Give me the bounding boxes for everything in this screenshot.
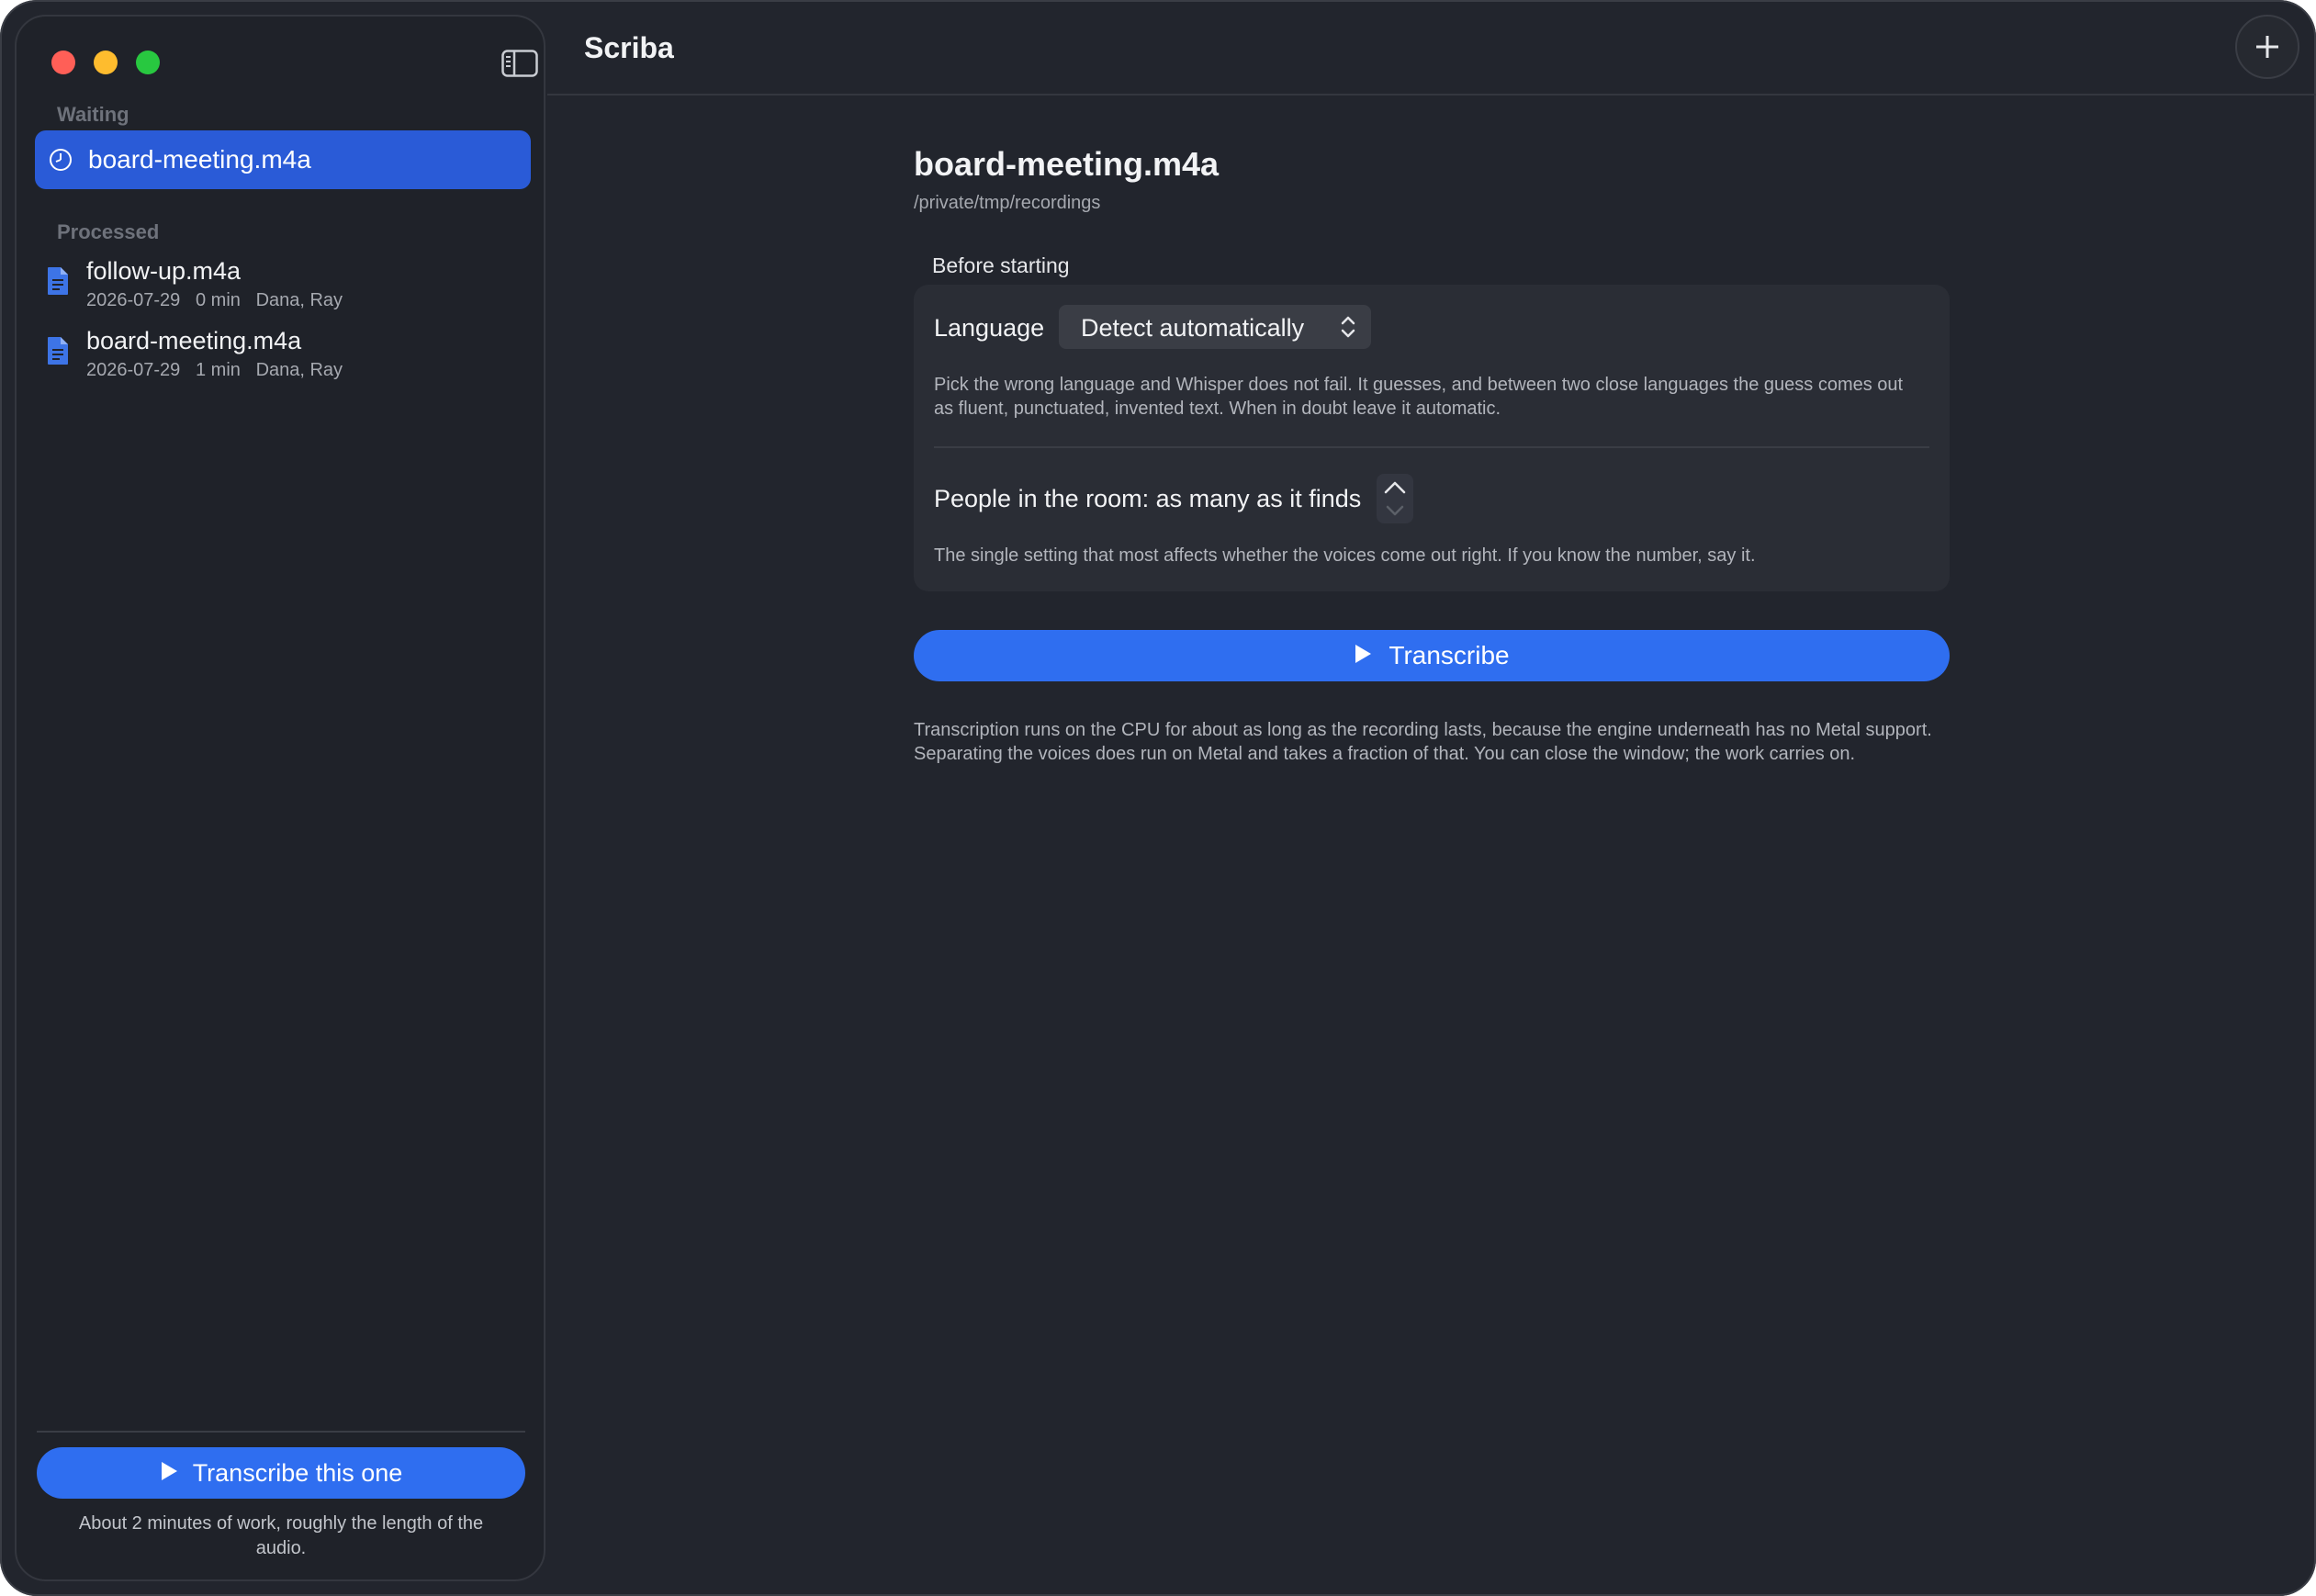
app-window: Waiting board-meeting.m4a Processed foll…	[0, 0, 2316, 1596]
language-label: Language	[934, 314, 1045, 342]
play-icon	[160, 1459, 178, 1488]
stepper-up-icon	[1384, 481, 1406, 494]
file-title: board-meeting.m4a	[914, 145, 1220, 183]
waiting-section-label: Waiting	[57, 103, 129, 126]
language-select-value: Detect automatically	[1081, 314, 1305, 342]
file-date: 2026-07-29	[86, 360, 181, 380]
sidebar: Waiting board-meeting.m4a Processed foll…	[15, 15, 545, 1581]
app-title: Scriba	[584, 31, 674, 64]
minimize-window-button[interactable]	[94, 51, 118, 74]
up-down-chevron-icon	[1340, 315, 1356, 339]
transcribe-this-one-label: Transcribe this one	[192, 1458, 403, 1487]
file-meta: 2026-07-29 0 min Dana, Ray	[86, 290, 343, 311]
document-icon	[46, 336, 70, 365]
file-name: follow-up.m4a	[86, 257, 242, 285]
sidebar-item-board-meeting[interactable]: board-meeting.m4a 2026-07-29 1 min Dana,…	[35, 327, 531, 391]
file-duration: 1 min	[195, 360, 241, 380]
sidebar-item-follow-up[interactable]: follow-up.m4a 2026-07-29 0 min Dana, Ray	[35, 257, 531, 321]
transcribe-label: Transcribe	[1388, 641, 1510, 669]
processed-section-label: Processed	[57, 220, 160, 243]
zoom-window-button[interactable]	[136, 51, 160, 74]
file-path: /private/tmp/recordings	[914, 193, 1101, 213]
document-icon	[46, 266, 70, 296]
language-select[interactable]: Detect automatically	[1059, 305, 1371, 349]
close-window-button[interactable]	[51, 51, 75, 74]
sidebar-divider	[37, 1431, 525, 1433]
sidebar-item-waiting-board-meeting[interactable]: board-meeting.m4a	[35, 130, 531, 189]
header-divider	[547, 94, 2316, 96]
before-starting-label: Before starting	[932, 253, 1070, 277]
people-count-stepper[interactable]	[1377, 474, 1413, 523]
card-divider	[934, 446, 1929, 448]
file-duration: 0 min	[195, 290, 241, 310]
sidebar-toggle-icon[interactable]	[501, 50, 538, 77]
add-recording-button[interactable]	[2235, 15, 2299, 79]
play-icon	[1354, 641, 1372, 670]
clock-icon	[48, 147, 73, 173]
sidebar-work-estimate: About 2 minutes of work, roughly the len…	[78, 1513, 484, 1558]
transcription-info-note: Transcription runs on the CPU for about …	[914, 720, 1932, 764]
file-date: 2026-07-29	[86, 290, 181, 310]
file-name: board-meeting.m4a	[86, 327, 302, 354]
sidebar-item-label: board-meeting.m4a	[88, 145, 311, 174]
file-speakers: Dana, Ray	[255, 360, 343, 380]
settings-card: Language Detect automatically Pick the w…	[914, 285, 1950, 591]
stepper-down-icon	[1386, 505, 1404, 516]
language-help-text: Pick the wrong language and Whisper does…	[934, 375, 1904, 419]
transcribe-button[interactable]: Transcribe	[914, 630, 1950, 681]
transcribe-this-one-button[interactable]: Transcribe this one	[37, 1447, 525, 1499]
file-speakers: Dana, Ray	[255, 290, 343, 310]
plus-icon	[2256, 36, 2278, 58]
file-meta: 2026-07-29 1 min Dana, Ray	[86, 360, 343, 381]
people-help-text: The single setting that most affects whe…	[934, 545, 1756, 566]
people-count-label: People in the room: as many as it finds	[934, 485, 1362, 512]
